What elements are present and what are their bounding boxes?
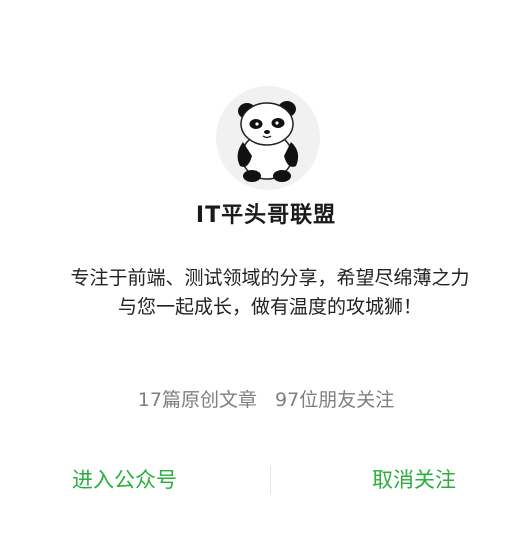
action-bar: 进入公众号 取消关注 [0, 460, 532, 500]
panda-avatar-icon [216, 86, 320, 190]
unfollow-button[interactable]: 取消关注 [372, 460, 456, 500]
article-count: 17篇原创文章 [137, 389, 257, 411]
account-description: 专注于前端、测试领域的分享，希望尽绵薄之力 与您一起成长，做有温度的攻城狮！ [70, 267, 470, 318]
account-name: IT平头哥联盟 [195, 203, 337, 228]
action-divider [270, 466, 271, 494]
enter-account-button[interactable]: 进入公众号 [72, 460, 177, 500]
follower-count: 97位朋友关注 [275, 389, 395, 411]
account-stats: 17篇原创文章 97位朋友关注 [0, 385, 532, 412]
official-account-card: IT平头哥联盟 专注于前端、测试领域的分享，希望尽绵薄之力 与您一起成长，做有温… [0, 0, 532, 536]
